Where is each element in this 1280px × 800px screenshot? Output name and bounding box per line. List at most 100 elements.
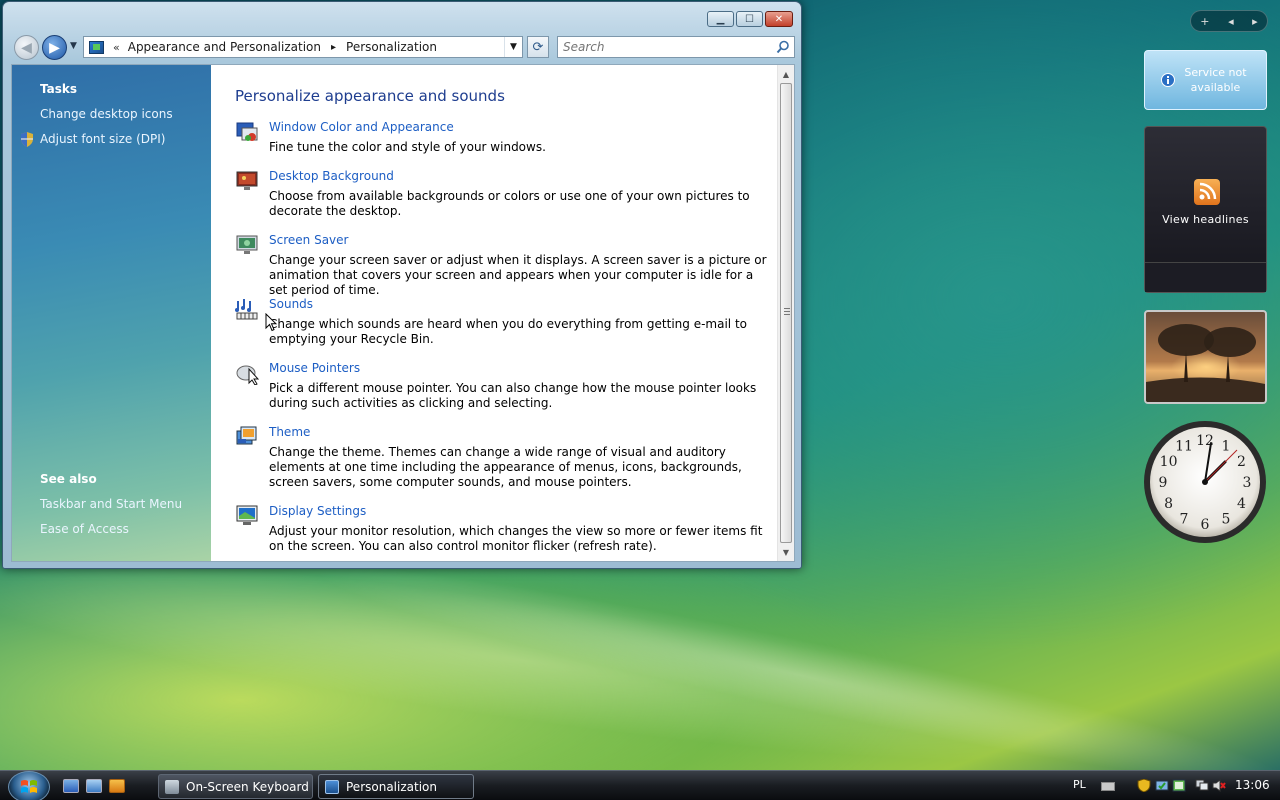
screen-saver-link[interactable]: Screen Saver [269, 233, 348, 247]
taskbar: On-Screen Keyboard Personalization PL 13… [0, 770, 1280, 800]
clock-numeral: 1 [1222, 439, 1231, 455]
theme-description: Change the theme. Themes can change a wi… [269, 445, 742, 489]
display-settings-icon [236, 505, 258, 525]
add-gadget-button[interactable]: + [1200, 15, 1209, 28]
gadget-sidebar-controls: + ◂ ▸ [1190, 10, 1268, 32]
safely-remove-icon[interactable] [1155, 779, 1169, 792]
task-label: Personalization [346, 779, 437, 794]
next-gadget-page-icon[interactable]: ▸ [1252, 15, 1258, 28]
content-pane: Personalize appearance and sounds Window… [211, 65, 779, 561]
clock-numeral: 3 [1243, 475, 1252, 491]
search-input[interactable] [558, 40, 772, 54]
task-label: On-Screen Keyboard [186, 779, 309, 794]
language-indicator[interactable]: PL [1073, 778, 1086, 791]
scroll-down-icon[interactable]: ▼ [778, 544, 794, 560]
screen-saver-description: Change your screen saver or adjust when … [269, 253, 767, 297]
network-icon[interactable] [1195, 779, 1209, 792]
previous-gadget-page-icon[interactable]: ◂ [1228, 15, 1234, 28]
update-icon[interactable] [1172, 779, 1186, 792]
scrollbar-grip-icon [784, 308, 790, 315]
sounds-description: Change which sounds are heard when you d… [269, 317, 747, 346]
theme-link[interactable]: Theme [269, 425, 310, 439]
address-dropdown-icon[interactable]: ▼ [504, 37, 522, 57]
navigation-bar: ◀ ▶ ▼ « Appearance and Personalization ▸… [11, 33, 795, 61]
vertical-scrollbar[interactable]: ▲ ▼ [777, 65, 794, 561]
display-settings-description: Adjust your monitor resolution, which ch… [269, 524, 763, 553]
mouse-pointer-icon [236, 365, 259, 385]
view-headlines-link[interactable]: View headlines [1145, 213, 1266, 226]
mouse-pointers-description: Pick a different mouse pointer. You can … [269, 381, 757, 410]
tasks-heading: Tasks [40, 82, 78, 96]
desktop-background-icon [236, 171, 258, 190]
address-bar[interactable]: « Appearance and Personalization ▸ Perso… [83, 36, 523, 58]
clock-numeral: 7 [1180, 511, 1189, 527]
maximize-icon[interactable]: ☐ [736, 11, 763, 27]
search-icon[interactable] [772, 37, 794, 57]
tree-photo [1146, 324, 1265, 402]
notification-area: PL 13:06 [1065, 771, 1280, 800]
weather-gadget[interactable]: Service not available [1144, 50, 1267, 110]
feed-footer [1145, 262, 1266, 292]
window-color-icon [236, 122, 258, 141]
sounds-link[interactable]: Sounds [269, 297, 313, 311]
clock-numeral: 4 [1237, 496, 1246, 512]
refresh-icon[interactable]: ⟳ [527, 36, 549, 58]
uac-shield-icon [21, 132, 33, 147]
security-shield-icon[interactable] [1137, 779, 1151, 792]
wallpaper-light-streak [303, 536, 1280, 800]
minimize-icon[interactable]: ▁ [707, 11, 734, 27]
clock-numeral: 8 [1164, 496, 1173, 512]
slide-show-gadget[interactable] [1144, 310, 1267, 404]
media-player-icon[interactable] [109, 779, 125, 793]
clock-numeral: 5 [1222, 511, 1231, 527]
feed-headlines-gadget[interactable]: View headlines [1144, 126, 1267, 293]
windows-logo-icon [21, 780, 37, 793]
mouse-pointers-link[interactable]: Mouse Pointers [269, 361, 360, 375]
scrollbar-thumb[interactable] [780, 83, 792, 543]
task-adjust-font-size[interactable]: Adjust font size (DPI) [40, 132, 165, 146]
clock-numeral: 2 [1237, 454, 1246, 470]
show-desktop-icon[interactable] [63, 779, 79, 793]
sounds-icon [235, 299, 258, 320]
task-pane: Tasks Change desktop icons Adjust font s… [12, 65, 211, 561]
volume-muted-icon[interactable] [1212, 779, 1226, 792]
clock-gadget[interactable]: 12 1234567891011 [1143, 420, 1267, 544]
clock-numeral: 11 [1175, 439, 1193, 455]
forward-arrow-icon[interactable]: ▶ [42, 35, 67, 60]
recent-pages-dropdown-icon[interactable]: ▼ [70, 41, 77, 51]
mouse-cursor-icon [265, 313, 277, 332]
screen-saver-icon [236, 235, 258, 254]
breadcrumb-separator-icon[interactable]: ▸ [331, 42, 336, 53]
control-panel-icon [89, 40, 104, 54]
switch-windows-icon[interactable] [86, 779, 102, 793]
see-also-ease-of-access[interactable]: Ease of Access [40, 522, 129, 536]
see-also-taskbar[interactable]: Taskbar and Start Menu [40, 497, 182, 511]
search-box[interactable] [557, 36, 795, 58]
info-icon [1160, 73, 1175, 87]
breadcrumb-appearance[interactable]: Appearance and Personalization [128, 40, 321, 54]
window-color-link[interactable]: Window Color and Appearance [269, 120, 454, 134]
caption-buttons: ▁ ☐ ✕ [707, 11, 793, 27]
clock-numeral: 10 [1160, 454, 1178, 470]
window-client-area: Tasks Change desktop icons Adjust font s… [11, 64, 795, 562]
start-button[interactable] [8, 771, 50, 800]
see-also-heading: See also [40, 472, 97, 486]
close-icon[interactable]: ✕ [765, 11, 793, 27]
desktop-background-link[interactable]: Desktop Background [269, 169, 394, 183]
clock-time[interactable]: 13:06 [1235, 778, 1270, 792]
rss-feed-icon [1194, 179, 1220, 205]
breadcrumb-personalization[interactable]: Personalization [346, 40, 437, 54]
task-change-desktop-icons[interactable]: Change desktop icons [40, 107, 173, 121]
scroll-up-icon[interactable]: ▲ [778, 66, 794, 82]
task-personalization[interactable]: Personalization [318, 774, 474, 799]
display-settings-link[interactable]: Display Settings [269, 504, 366, 518]
personalization-icon [325, 779, 339, 794]
task-on-screen-keyboard[interactable]: On-Screen Keyboard [158, 774, 313, 799]
theme-icon [236, 426, 257, 445]
back-arrow-icon[interactable]: ◀ [14, 35, 39, 60]
personalization-window[interactable]: ▁ ☐ ✕ ◀ ▶ ▼ « Appearance and Personaliza… [2, 1, 802, 569]
window-color-description: Fine tune the color and style of your wi… [269, 140, 546, 154]
keyboard-layout-icon[interactable] [1101, 782, 1115, 791]
page-title: Personalize appearance and sounds [235, 87, 505, 105]
breadcrumb-overflow[interactable]: « [113, 41, 120, 54]
